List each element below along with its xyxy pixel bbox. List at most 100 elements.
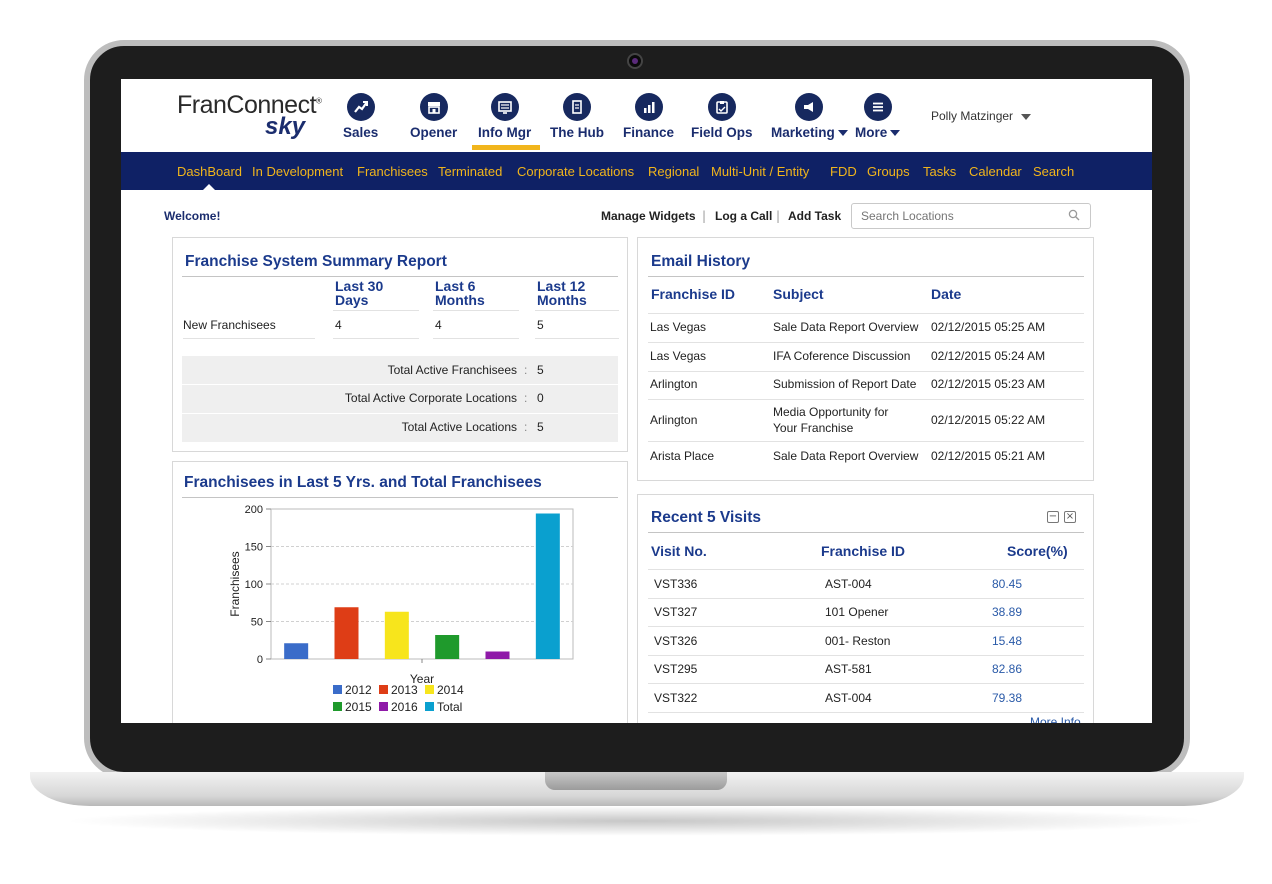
col-score: Score(%) (1007, 543, 1068, 559)
laptop-shadow (60, 806, 1212, 836)
y-axis-label: Franchisees (228, 551, 242, 616)
franconnect-logo[interactable]: FranConnect® sky (177, 91, 337, 141)
logo-sky: sky (265, 113, 306, 140)
nav-marketing[interactable]: Marketing (771, 93, 848, 140)
bar-chart-icon (634, 93, 663, 121)
subnav-franchisees[interactable]: Franchisees (357, 164, 428, 179)
nav-the-hub[interactable]: The Hub (550, 93, 604, 140)
subnav-tasks[interactable]: Tasks (923, 164, 956, 179)
total-label: Total Active Franchisees (387, 363, 517, 377)
bar-2013 (334, 607, 359, 659)
nav-more[interactable]: More (855, 93, 901, 140)
nav-label: The Hub (550, 125, 604, 140)
y-tick-label: 50 (251, 617, 263, 629)
visit-no: VST295 (654, 662, 698, 676)
date: 02/12/2015 05:24 AM (931, 349, 1046, 363)
nav-label: Opener (410, 125, 458, 140)
total-value: 5 (537, 420, 544, 434)
col-date: Date (931, 286, 962, 302)
legend-label: 2012 (345, 683, 372, 697)
app-screen: FranConnect® sky Sales Opener Info Mgr T… (121, 79, 1152, 723)
logo-registered: ® (316, 96, 322, 106)
subnav-multi-unit-entity[interactable]: Multi-Unit / Entity (711, 164, 809, 179)
subnav-dashboard[interactable]: DashBoard (177, 164, 242, 179)
manage-widgets-link[interactable]: Manage Widgets (601, 209, 696, 223)
legend-swatch (425, 685, 434, 694)
bar-2015 (435, 635, 460, 659)
nav-label: Finance (623, 125, 675, 140)
legend-label: Total (437, 700, 462, 714)
col-visit-no: Visit No. (651, 543, 707, 559)
bar-total (535, 513, 560, 659)
total-label: Total Active Corporate Locations (344, 391, 517, 405)
nav-label: Marketing (771, 125, 835, 140)
nav-opener[interactable]: Opener (410, 93, 457, 140)
col-subject: Subject (773, 286, 824, 302)
score-link[interactable]: 15.48 (992, 634, 1022, 648)
score-link[interactable]: 79.38 (992, 691, 1022, 705)
date: 02/12/2015 05:25 AM (931, 320, 1046, 334)
monitor-list-icon (490, 93, 519, 121)
franchise-id: AST-004 (825, 577, 872, 591)
subnav-fdd[interactable]: FDD (830, 164, 857, 179)
minimize-icon[interactable]: − (1047, 511, 1059, 523)
nav-info-mgr[interactable]: Info Mgr (478, 93, 531, 140)
franchise-id: Las Vegas (650, 349, 707, 363)
subnav-calendar[interactable]: Calendar (969, 164, 1022, 179)
nav-field-ops[interactable]: Field Ops (691, 93, 753, 140)
subject: Media Opportunity for (773, 405, 889, 419)
laptop-notch (545, 772, 727, 790)
summary-title: Franchise System Summary Report (185, 253, 447, 270)
value-last-12-months: 5 (537, 318, 544, 332)
laptop-mockup: FranConnect® sky Sales Opener Info Mgr T… (0, 0, 1272, 884)
trend-up-icon (346, 93, 375, 121)
subnav-terminated[interactable]: Terminated (438, 164, 502, 179)
franchise-id: AST-004 (825, 691, 872, 705)
score-link[interactable]: 38.89 (992, 605, 1022, 619)
nav-finance[interactable]: Finance (623, 93, 674, 140)
log-call-link[interactable]: Log a Call (715, 209, 772, 223)
user-menu[interactable]: Polly Matzinger (931, 109, 1032, 123)
legend-swatch (333, 685, 342, 694)
legend-swatch (333, 702, 342, 711)
total-value: 5 (537, 363, 544, 377)
chevron-down-icon (837, 130, 848, 137)
separator: | (776, 209, 781, 223)
score-link[interactable]: 80.45 (992, 577, 1022, 591)
user-name: Polly Matzinger (931, 109, 1014, 123)
date: 02/12/2015 05:22 AM (931, 413, 1046, 427)
subject: Sale Data Report Overview (773, 449, 919, 463)
y-tick-label: 0 (257, 654, 263, 666)
close-icon[interactable]: × (1064, 511, 1076, 523)
nav-label: Field Ops (691, 125, 753, 140)
nav-sales[interactable]: Sales (343, 93, 378, 140)
bar-2016 (485, 651, 510, 659)
bar-2014 (384, 611, 409, 659)
legend-label: 2015 (345, 700, 372, 714)
sub-navigation: DashBoard In Development Franchisees Ter… (121, 152, 1152, 191)
add-task-link[interactable]: Add Task (788, 209, 841, 223)
subnav-regional[interactable]: Regional (648, 164, 699, 179)
nav-label: Info Mgr (478, 125, 532, 140)
subnav-corporate-locations[interactable]: Corporate Locations (517, 164, 634, 179)
legend-swatch (379, 685, 388, 694)
franchise-id: Las Vegas (650, 320, 707, 334)
score-link[interactable]: 82.86 (992, 662, 1022, 676)
subnav-search[interactable]: Search (1033, 164, 1074, 179)
subnav-in-development[interactable]: In Development (252, 164, 343, 179)
email-history-title: Email History (651, 253, 751, 270)
chevron-down-icon (890, 130, 901, 137)
separator: | (702, 209, 707, 223)
total-label: Total Active Locations (401, 420, 517, 434)
recent-visits-title: Recent 5 Visits (651, 509, 761, 526)
col-franchise-id: Franchise ID (821, 543, 906, 559)
webcam (627, 53, 643, 69)
y-tick-label: 150 (245, 542, 263, 554)
more-info-link[interactable]: More Info (1030, 715, 1081, 723)
subnav-groups[interactable]: Groups (867, 164, 910, 179)
search-input[interactable] (851, 203, 1091, 229)
top-bar: FranConnect® sky Sales Opener Info Mgr T… (121, 79, 1152, 152)
franchise-id: Arlington (650, 413, 698, 427)
search-icon[interactable] (1068, 209, 1080, 221)
franchise-id: Arlington (650, 377, 698, 391)
